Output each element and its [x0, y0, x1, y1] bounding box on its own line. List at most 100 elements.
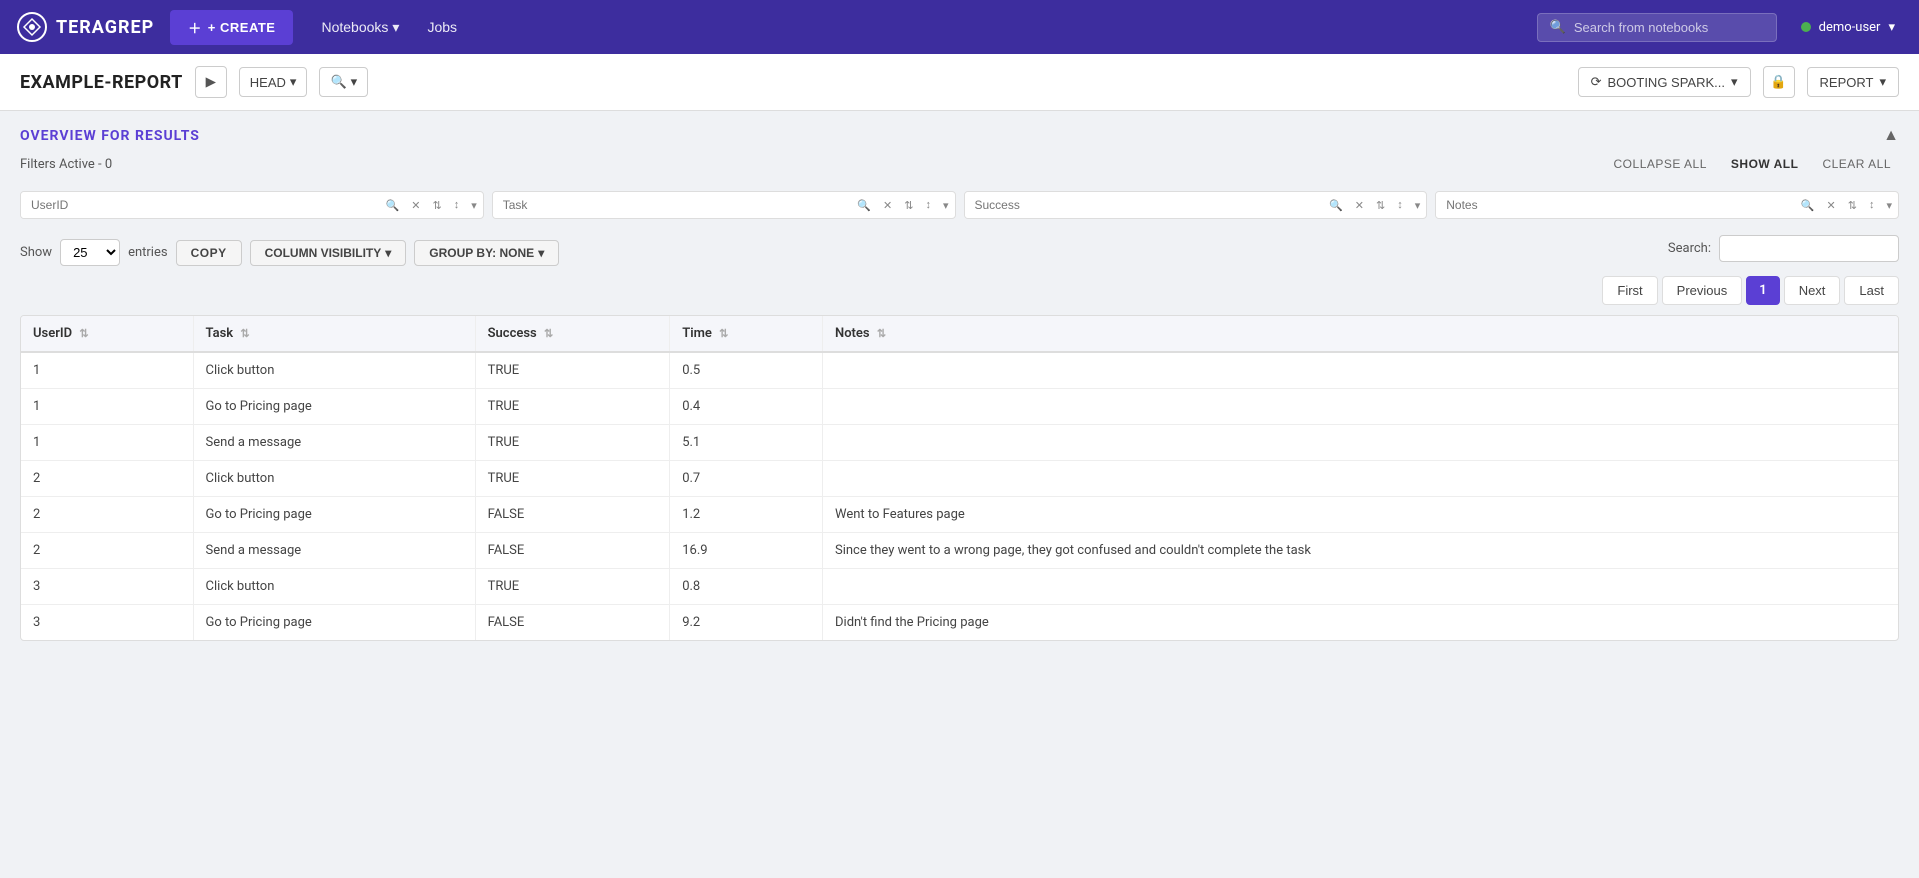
show-all-button[interactable]: SHOW ALL [1723, 153, 1807, 175]
cell-time-2: 5.1 [670, 425, 823, 461]
search-icon: 🔍 [1550, 20, 1566, 35]
userid-more-icon[interactable]: ▾ [465, 195, 483, 216]
userid-filter-input[interactable] [21, 192, 380, 218]
lock-button[interactable]: 🔒 [1763, 66, 1795, 98]
notes-filter-input[interactable] [1436, 192, 1795, 218]
cell-userid-6: 3 [21, 569, 193, 605]
col-header-notes[interactable]: Notes ⇅ [823, 316, 1899, 352]
cell-notes-2 [823, 425, 1899, 461]
column-filters: 🔍 ✕ ⇅ ↕ ▾ 🔍 ✕ ⇅ ↕ ▾ 🔍 ✕ ⇅ ↕ ▾ 🔍 ✕ ⇅ ↕ [20, 191, 1899, 219]
success-more-icon[interactable]: ▾ [1409, 195, 1427, 216]
copy-button[interactable]: COPY [176, 240, 242, 266]
user-badge[interactable]: demo-user ▾ [1793, 16, 1903, 39]
col-header-task[interactable]: Task ⇅ [193, 316, 475, 352]
nav-jobs[interactable]: Jobs [415, 13, 469, 42]
cell-time-4: 1.2 [670, 497, 823, 533]
table-search-input[interactable] [1719, 235, 1899, 262]
last-page-button[interactable]: Last [1844, 276, 1899, 305]
search-button[interactable]: 🔍 ▾ [319, 67, 368, 97]
cell-task-6: Click button [193, 569, 475, 605]
userid-sort-desc-icon[interactable]: ↕ [448, 195, 466, 215]
task-more-icon[interactable]: ▾ [937, 195, 955, 216]
chevron-down-icon: ▾ [538, 246, 544, 260]
group-by-button[interactable]: GROUP BY: NONE ▾ [414, 240, 559, 266]
cell-success-3: TRUE [475, 461, 670, 497]
col-header-userid[interactable]: UserID ⇅ [21, 316, 193, 352]
userid-search-icon[interactable]: 🔍 [380, 195, 406, 216]
search-input[interactable] [1574, 20, 1764, 35]
success-sort-desc-icon[interactable]: ↕ [1391, 195, 1409, 215]
section-title: OVERVIEW FOR RESULTS [20, 128, 200, 144]
current-page: 1 [1746, 276, 1779, 305]
notes-close-icon[interactable]: ✕ [1821, 195, 1842, 216]
cell-time-0: 0.5 [670, 352, 823, 389]
notes-search-icon[interactable]: 🔍 [1795, 195, 1821, 216]
task-sort-asc-icon[interactable]: ⇅ [898, 195, 919, 216]
cell-userid-3: 2 [21, 461, 193, 497]
create-label: + CREATE [208, 20, 276, 35]
success-close-icon[interactable]: ✕ [1349, 195, 1370, 216]
create-button[interactable]: ＋ + CREATE [170, 10, 293, 45]
nav-notebooks[interactable]: Notebooks ▾ [309, 13, 411, 42]
prev-page-button[interactable]: Previous [1662, 276, 1743, 305]
success-filter-input[interactable] [965, 192, 1324, 218]
chevron-down-icon: ▾ [392, 19, 399, 36]
cell-notes-0 [823, 352, 1899, 389]
table-row: 3Go to Pricing pageFALSE9.2Didn't find t… [21, 605, 1898, 641]
play-button[interactable]: ▶ [195, 66, 227, 98]
clear-all-button[interactable]: CLEAR ALL [1814, 153, 1899, 175]
show-label: Show [20, 245, 52, 260]
filter-actions: COLLAPSE ALL SHOW ALL CLEAR ALL [1606, 153, 1899, 175]
cell-userid-7: 3 [21, 605, 193, 641]
report-button[interactable]: REPORT ▾ [1807, 67, 1899, 97]
main-content: OVERVIEW FOR RESULTS ▲ Filters Active - … [0, 111, 1919, 878]
chevron-down-icon: ▾ [351, 74, 358, 90]
data-table-wrap: UserID ⇅ Task ⇅ Success ⇅ Time ⇅ Notes ⇅… [20, 315, 1899, 641]
userid-sort-asc-icon[interactable]: ⇅ [427, 195, 448, 216]
cell-notes-7: Didn't find the Pricing page [823, 605, 1899, 641]
cell-success-6: TRUE [475, 569, 670, 605]
cell-time-7: 9.2 [670, 605, 823, 641]
booting-button[interactable]: ⟳ BOOTING SPARK... ▾ [1578, 67, 1751, 97]
table-row: 2Send a messageFALSE16.9Since they went … [21, 533, 1898, 569]
task-close-icon[interactable]: ✕ [877, 195, 898, 216]
search-icon: 🔍 [330, 74, 346, 90]
cell-notes-4: Went to Features page [823, 497, 1899, 533]
col-header-success[interactable]: Success ⇅ [475, 316, 670, 352]
success-search-icon[interactable]: 🔍 [1323, 195, 1349, 216]
cell-task-1: Go to Pricing page [193, 389, 475, 425]
head-button[interactable]: HEAD ▾ [239, 67, 308, 97]
sort-success-icon: ⇅ [544, 327, 553, 340]
toolbar: EXAMPLE-REPORT ▶ HEAD ▾ 🔍 ▾ ⟳ BOOTING SP… [0, 54, 1919, 111]
cell-task-2: Send a message [193, 425, 475, 461]
collapse-all-button[interactable]: COLLAPSE ALL [1606, 153, 1715, 175]
show-select[interactable]: 25 50 100 [60, 239, 120, 266]
column-visibility-button[interactable]: COLUMN VISIBILITY ▾ [250, 240, 407, 266]
cell-notes-1 [823, 389, 1899, 425]
task-search-icon[interactable]: 🔍 [851, 195, 877, 216]
task-sort-desc-icon[interactable]: ↕ [919, 195, 937, 215]
cell-userid-2: 1 [21, 425, 193, 461]
task-filter-input[interactable] [493, 192, 852, 218]
cell-userid-5: 2 [21, 533, 193, 569]
chevron-down-icon: ▾ [1731, 74, 1738, 90]
cell-task-7: Go to Pricing page [193, 605, 475, 641]
filters-label: Filters Active - 0 [20, 157, 112, 172]
next-page-button[interactable]: Next [1784, 276, 1841, 305]
userid-close-icon[interactable]: ✕ [405, 195, 426, 216]
collapse-section-button[interactable]: ▲ [1883, 127, 1899, 145]
chevron-down-icon: ▾ [290, 74, 297, 90]
notes-sort-asc-icon[interactable]: ⇅ [1842, 195, 1863, 216]
data-table: UserID ⇅ Task ⇅ Success ⇅ Time ⇅ Notes ⇅… [21, 316, 1898, 640]
cell-task-4: Go to Pricing page [193, 497, 475, 533]
cell-userid-0: 1 [21, 352, 193, 389]
col-header-time[interactable]: Time ⇅ [670, 316, 823, 352]
notes-sort-desc-icon[interactable]: ↕ [1863, 195, 1881, 215]
first-page-button[interactable]: First [1602, 276, 1657, 305]
cell-success-5: FALSE [475, 533, 670, 569]
success-sort-asc-icon[interactable]: ⇅ [1370, 195, 1391, 216]
table-row: 3Click buttonTRUE0.8 [21, 569, 1898, 605]
search-bar[interactable]: 🔍 [1537, 13, 1777, 42]
navbar: TERAGREP ＋ + CREATE Notebooks ▾ Jobs 🔍 d… [0, 0, 1919, 54]
notes-more-icon[interactable]: ▾ [1880, 195, 1898, 216]
